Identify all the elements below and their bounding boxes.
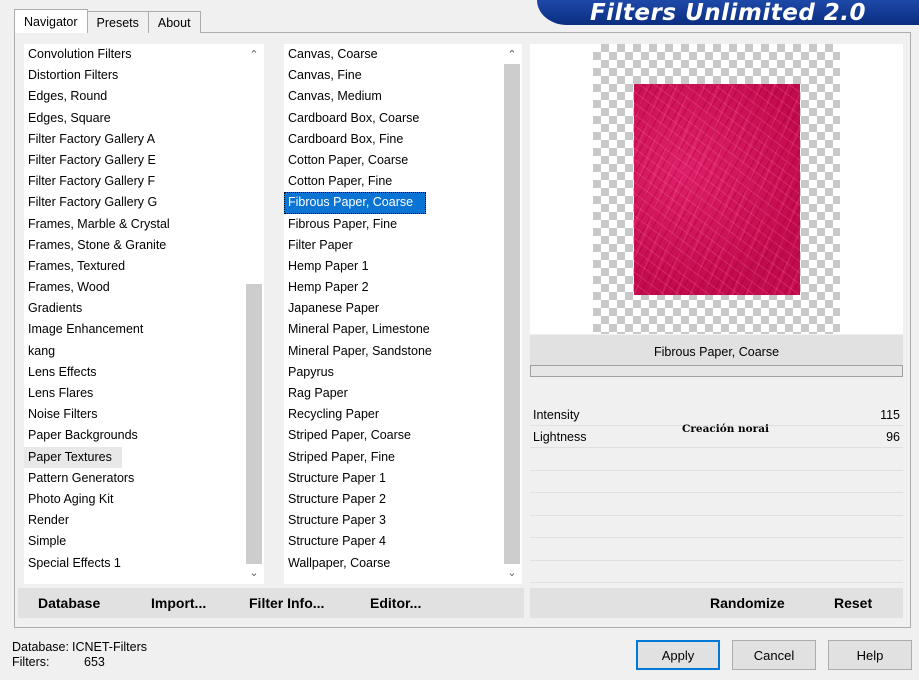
param-empty-row xyxy=(530,493,903,516)
randomize-button[interactable]: Randomize xyxy=(710,595,785,611)
category-list-item[interactable]: Render xyxy=(24,510,244,531)
filter-list-item[interactable]: Structure Paper 1 xyxy=(284,468,502,489)
filter-list-item[interactable]: Striped Paper, Fine xyxy=(284,447,502,468)
tab-presets[interactable]: Presets xyxy=(86,11,149,33)
scroll-thumb[interactable] xyxy=(246,284,262,564)
scroll-up-icon[interactable]: ⌃ xyxy=(502,46,522,64)
editor-button[interactable]: Editor... xyxy=(370,595,421,611)
category-list-item[interactable]: Simple xyxy=(24,531,244,552)
category-list-item[interactable]: Filter Factory Gallery A xyxy=(24,129,244,150)
watermark-text: Creación norai xyxy=(682,423,770,435)
category-list-item[interactable]: Pattern Generators xyxy=(24,468,244,489)
filter-list-item[interactable]: Recycling Paper xyxy=(284,404,502,425)
category-list-item[interactable]: Lens Flares xyxy=(24,383,244,404)
import-button[interactable]: Import... xyxy=(151,595,206,611)
database-label: Database: xyxy=(12,640,69,654)
filter-list-item[interactable]: Canvas, Medium xyxy=(284,86,502,107)
category-list[interactable]: Convolution Filters Distortion Filters Edg… xyxy=(24,44,244,584)
scroll-thumb[interactable] xyxy=(504,64,520,564)
filter-list-item[interactable]: Fibrous Paper, Coarse xyxy=(284,192,426,214)
progress-bar xyxy=(530,365,903,377)
filter-list-item[interactable]: Wallpaper, Coarse xyxy=(284,553,502,574)
category-list-item[interactable]: kang xyxy=(24,341,244,362)
filter-list-item[interactable]: Cotton Paper, Fine xyxy=(284,171,502,192)
filter-list-item[interactable]: Cardboard Box, Fine xyxy=(284,129,502,150)
category-list-item[interactable]: Special Effects 1 xyxy=(24,553,244,574)
filter-list-item[interactable]: Structure Paper 3 xyxy=(284,510,502,531)
filter-list-item[interactable]: Papyrus xyxy=(284,362,502,383)
filters-count-value: 653 xyxy=(84,655,105,669)
category-list-item[interactable]: Filter Factory Gallery E xyxy=(24,150,244,171)
tab-bar: Navigator Presets About xyxy=(14,9,201,33)
list-button-bar: Database Import... Filter Info... Editor… xyxy=(18,588,524,618)
filter-list-item[interactable]: Mineral Paper, Limestone xyxy=(284,319,502,340)
param-empty-row xyxy=(530,538,903,561)
param-label: Intensity xyxy=(533,408,580,422)
param-empty-row xyxy=(530,516,903,538)
filter-scrollbar[interactable]: ⌃ ⌄ xyxy=(502,44,522,584)
filter-list-item[interactable]: Mineral Paper, Sandstone xyxy=(284,341,502,362)
preview-image xyxy=(634,84,800,295)
filter-list-item[interactable]: Hemp Paper 1 xyxy=(284,256,502,277)
scroll-up-icon[interactable]: ⌃ xyxy=(244,46,264,64)
cancel-button[interactable]: Cancel xyxy=(732,640,816,670)
category-list-item[interactable]: Frames, Stone & Granite xyxy=(24,235,244,256)
scroll-down-icon[interactable]: ⌄ xyxy=(502,564,522,582)
category-list-item[interactable]: Lens Effects xyxy=(24,362,244,383)
category-list-item[interactable]: Gradients xyxy=(24,298,244,319)
filter-list-item[interactable]: Filter Paper xyxy=(284,235,502,256)
filter-name-label: Fibrous Paper, Coarse xyxy=(530,335,903,369)
database-value: ICNET-Filters xyxy=(72,640,147,654)
category-list-item[interactable]: Distortion Filters xyxy=(24,65,244,86)
filter-list-item[interactable]: Canvas, Fine xyxy=(284,65,502,86)
scroll-down-icon[interactable]: ⌄ xyxy=(244,564,264,582)
tab-navigator[interactable]: Navigator xyxy=(14,9,88,33)
param-value: 96 xyxy=(886,430,900,444)
param-empty-row xyxy=(530,561,903,583)
app-title-banner: Filters Unlimited 2.0 xyxy=(537,0,919,26)
param-label: Lightness xyxy=(533,430,587,444)
category-list-item[interactable]: Edges, Round xyxy=(24,86,244,107)
database-button[interactable]: Database xyxy=(38,595,100,611)
filter-list-item[interactable]: Japanese Paper xyxy=(284,298,502,319)
category-scrollbar[interactable]: ⌃ ⌄ xyxy=(244,44,264,584)
category-list-item[interactable]: Paper Backgrounds xyxy=(24,425,244,446)
filter-list-item[interactable]: Fibrous Paper, Fine xyxy=(284,214,502,235)
category-list-item[interactable]: Frames, Wood xyxy=(24,277,244,298)
help-button[interactable]: Help xyxy=(828,640,912,670)
filter-list-item[interactable]: Striped Paper, Coarse xyxy=(284,425,502,446)
category-list-item[interactable]: Edges, Square xyxy=(24,108,244,129)
filter-list-item[interactable]: Structure Paper 4 xyxy=(284,531,502,552)
category-list-item[interactable]: Paper Textures xyxy=(24,446,122,468)
category-list-item[interactable]: Filter Factory Gallery G xyxy=(24,192,244,213)
category-list-item[interactable]: Convolution Filters xyxy=(24,44,244,65)
filter-list-item[interactable]: Hemp Paper 2 xyxy=(284,277,502,298)
param-empty-row xyxy=(530,448,903,471)
category-list-item[interactable]: Photo Aging Kit xyxy=(24,489,244,510)
filter-list-item[interactable]: Cotton Paper, Coarse xyxy=(284,150,502,171)
filter-list-item[interactable]: Cardboard Box, Coarse xyxy=(284,108,502,129)
param-button-bar: Randomize Reset xyxy=(530,588,903,618)
reset-button[interactable]: Reset xyxy=(834,595,872,611)
apply-button[interactable]: Apply xyxy=(636,640,720,670)
filter-list-item[interactable]: Canvas, Coarse xyxy=(284,44,502,65)
param-empty-row xyxy=(530,471,903,493)
filters-count-label: Filters: xyxy=(12,655,50,669)
param-value: 115 xyxy=(880,408,900,422)
category-list-item[interactable]: Noise Filters xyxy=(24,404,244,425)
category-list-item[interactable]: Frames, Textured xyxy=(24,256,244,277)
category-list-item[interactable]: Image Enhancement xyxy=(24,319,244,340)
category-list-item[interactable]: Frames, Marble & Crystal xyxy=(24,214,244,235)
tab-about[interactable]: About xyxy=(147,11,201,33)
filter-info-button[interactable]: Filter Info... xyxy=(249,595,324,611)
filter-list[interactable]: Canvas, Coarse Canvas, Fine Canvas, Medium… xyxy=(284,44,502,584)
filter-list-item[interactable]: Rag Paper xyxy=(284,383,502,404)
filter-list-item[interactable]: Structure Paper 2 xyxy=(284,489,502,510)
category-list-item[interactable]: Filter Factory Gallery F xyxy=(24,171,244,192)
